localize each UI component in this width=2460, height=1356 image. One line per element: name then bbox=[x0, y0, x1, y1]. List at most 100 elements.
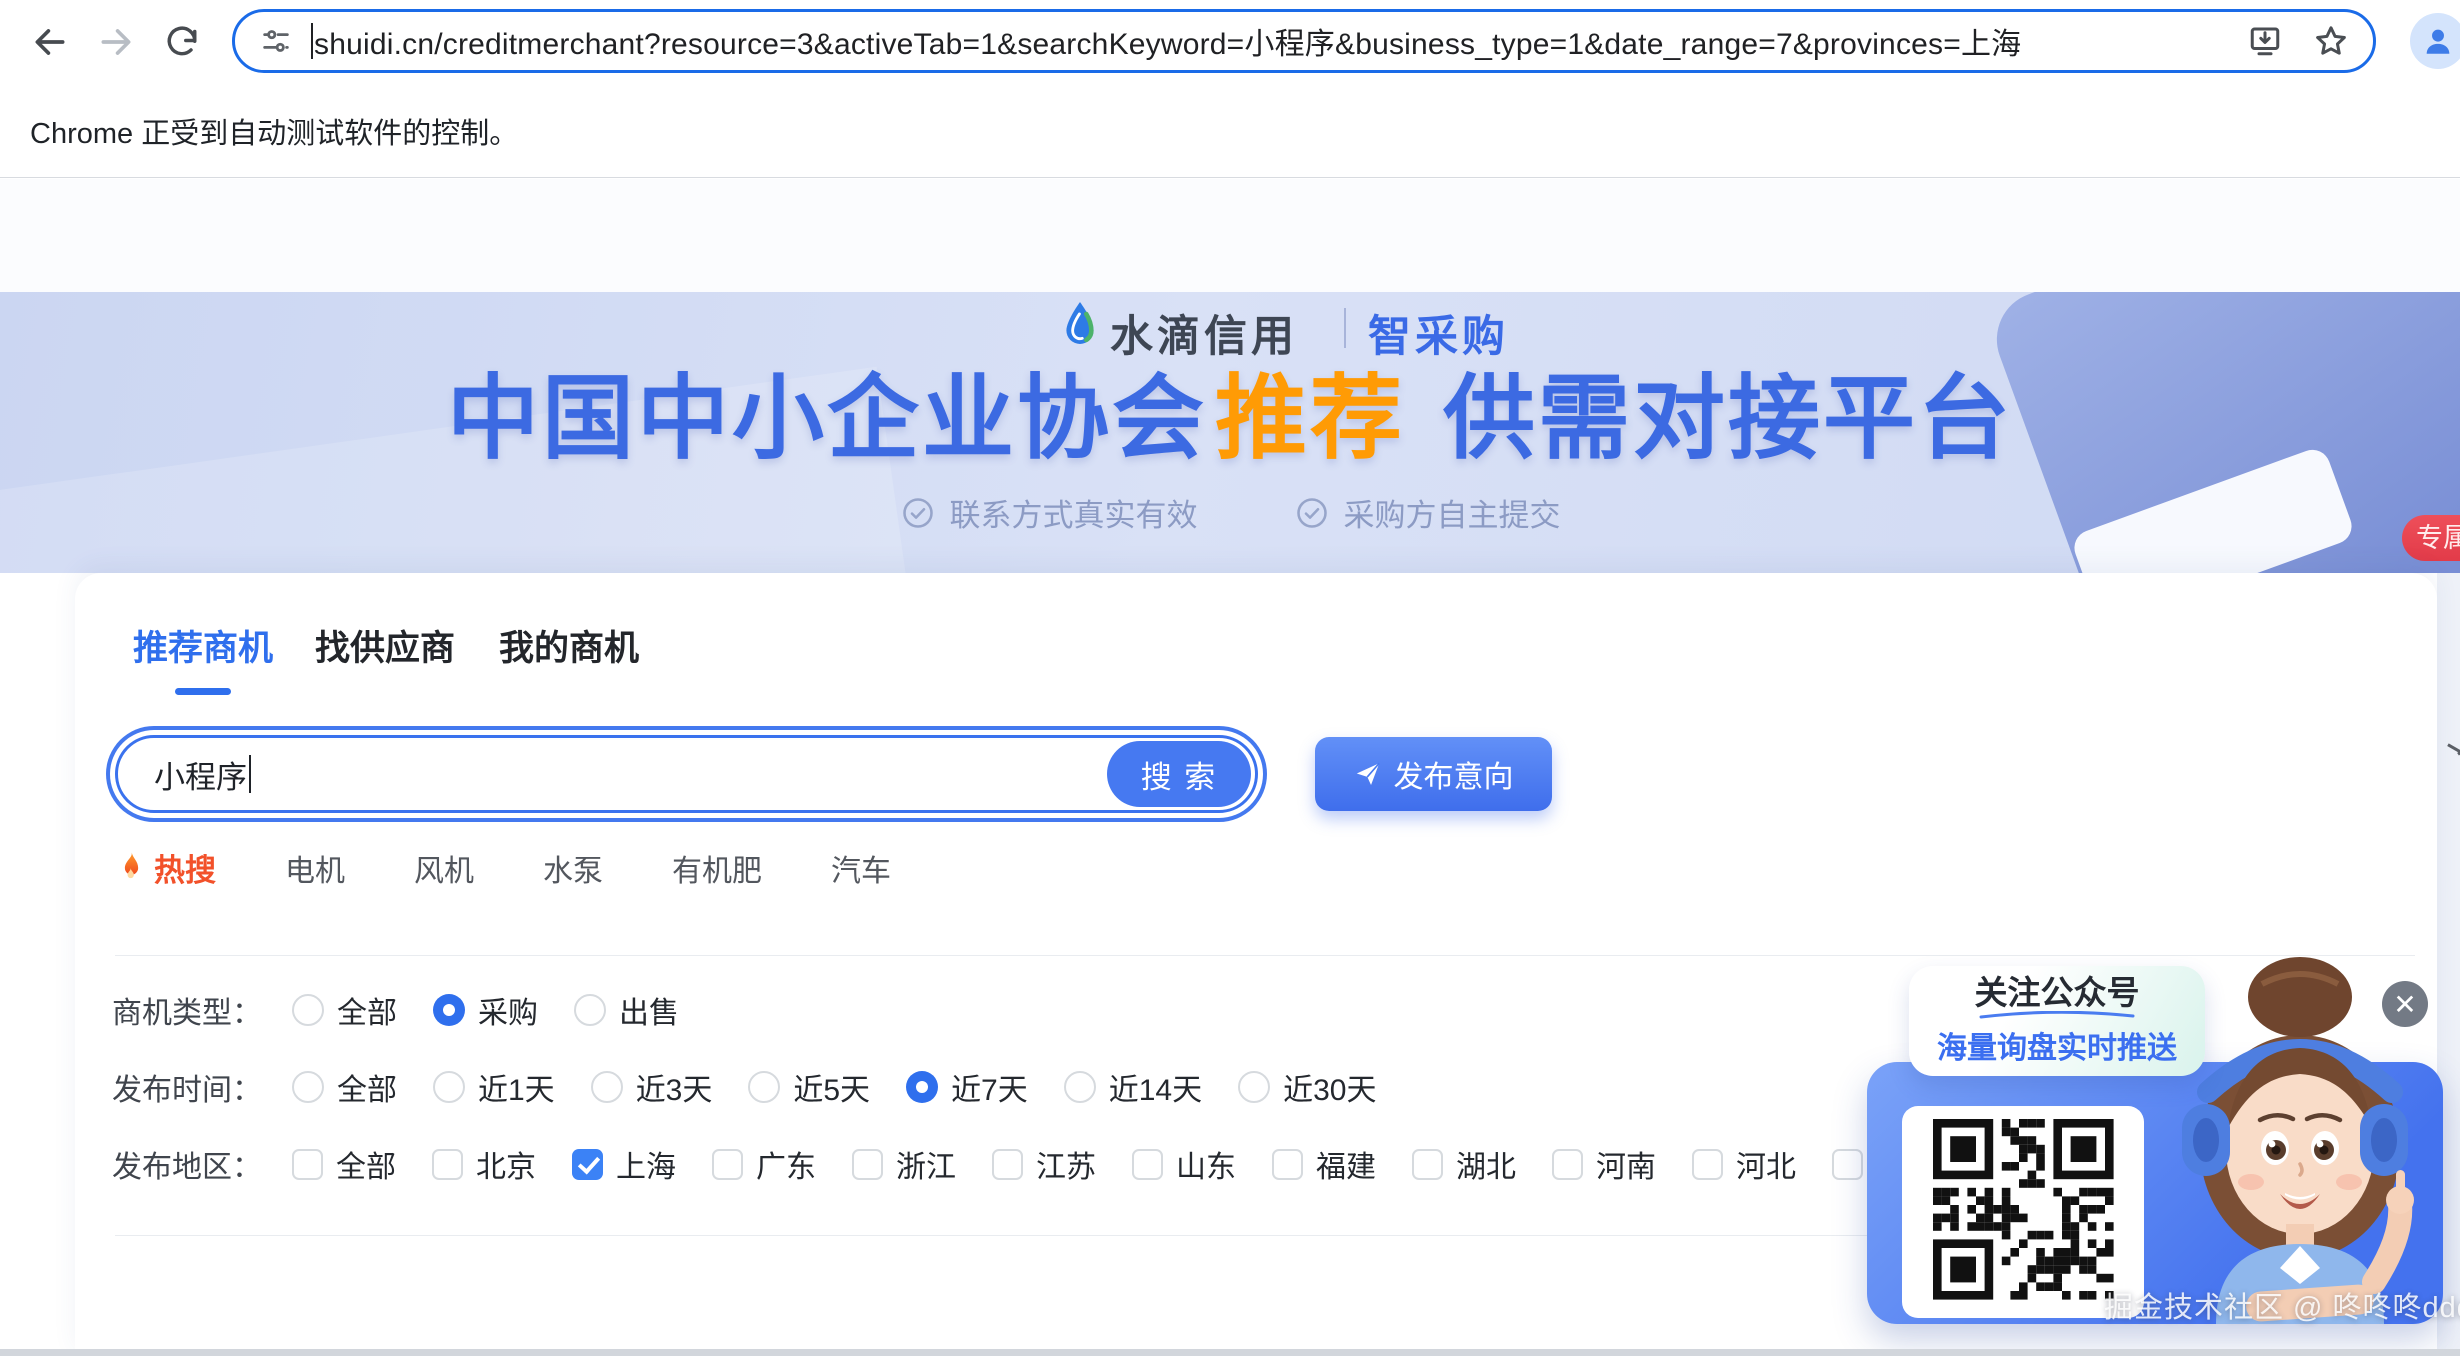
forward-icon[interactable] bbox=[94, 20, 138, 64]
text-cursor bbox=[249, 755, 251, 793]
install-icon[interactable] bbox=[2247, 23, 2283, 59]
option-label: 采购 bbox=[478, 988, 538, 1032]
region-option-beijing[interactable]: 北京 bbox=[432, 1142, 536, 1186]
region-option-henan[interactable]: 河南 bbox=[1552, 1142, 1656, 1186]
radio-icon[interactable] bbox=[574, 994, 606, 1026]
divider bbox=[115, 955, 2415, 956]
option-label: 全部 bbox=[336, 1142, 396, 1186]
time-option-1d[interactable]: 近1天 bbox=[433, 1065, 555, 1109]
region-option-guangdong[interactable]: 广东 bbox=[712, 1142, 816, 1186]
tab-recommended[interactable]: 推荐商机 bbox=[133, 620, 273, 671]
checkbox-icon[interactable] bbox=[712, 1149, 743, 1180]
checkbox-icon[interactable] bbox=[1412, 1149, 1443, 1180]
hot-search-row: 热搜 电机 风机 水泵 有机肥 汽车 bbox=[117, 845, 891, 890]
option-label: 近3天 bbox=[636, 1065, 713, 1109]
time-option-all[interactable]: 全部 bbox=[292, 1065, 397, 1109]
hot-term[interactable]: 水泵 bbox=[543, 846, 603, 890]
publish-intent-button[interactable]: 发布意向 bbox=[1315, 737, 1552, 811]
option-label: 全部 bbox=[337, 988, 397, 1032]
region-option-hubei[interactable]: 湖北 bbox=[1412, 1142, 1516, 1186]
hot-term[interactable]: 电机 bbox=[285, 846, 345, 890]
tab-find-suppliers[interactable]: 找供应商 bbox=[315, 620, 455, 671]
filter-row-time: 发布时间： 全部 近1天 近3天 近5天 近7天 近14天 近30天 bbox=[112, 1062, 1377, 1112]
tab-my-opportunities[interactable]: 我的商机 bbox=[499, 620, 639, 671]
checkbox-icon[interactable] bbox=[852, 1149, 883, 1180]
checkbox-icon[interactable] bbox=[432, 1149, 463, 1180]
region-option-shanghai[interactable]: 上海 bbox=[572, 1142, 676, 1186]
page-root: shuidi.cn/creditmerchant?resource=3&acti… bbox=[0, 0, 2460, 1356]
qr-code bbox=[1933, 1119, 2114, 1305]
checkbox-icon[interactable] bbox=[1552, 1149, 1583, 1180]
url-text[interactable]: shuidi.cn/creditmerchant?resource=3&acti… bbox=[314, 19, 2021, 63]
watermark-text: 掘金技术社区 @ 咚咚咚ddd bbox=[2104, 1284, 2460, 1326]
region-option-shandong[interactable]: 山东 bbox=[1132, 1142, 1236, 1186]
time-option-5d[interactable]: 近5天 bbox=[748, 1065, 870, 1109]
radio-icon[interactable] bbox=[433, 1071, 465, 1103]
hot-term[interactable]: 风机 bbox=[414, 846, 474, 890]
promo-corner-label: 专属福 bbox=[2416, 523, 2460, 553]
infobar-text: Chrome 正受到自动测试软件的控制。 bbox=[30, 110, 518, 152]
time-option-7d[interactable]: 近7天 bbox=[906, 1065, 1028, 1109]
bookmark-star-icon[interactable] bbox=[2313, 23, 2349, 59]
automation-infobar: Chrome 正受到自动测试软件的控制。 bbox=[0, 84, 2460, 178]
option-label: 近7天 bbox=[951, 1065, 1028, 1109]
check-circle-icon bbox=[1294, 495, 1330, 531]
search-button[interactable]: 搜 索 bbox=[1107, 741, 1251, 807]
filter-region-label: 发布地区： bbox=[112, 1142, 270, 1186]
radio-icon[interactable] bbox=[748, 1071, 780, 1103]
search-button-label: 搜 索 bbox=[1141, 752, 1218, 797]
filter-time-label: 发布时间： bbox=[112, 1065, 270, 1109]
keyword-search-input[interactable]: 小程序 搜 索 bbox=[115, 735, 1258, 813]
option-label: 江苏 bbox=[1036, 1142, 1096, 1186]
checkbox-icon[interactable] bbox=[992, 1149, 1023, 1180]
region-option-fujian[interactable]: 福建 bbox=[1272, 1142, 1376, 1186]
filter-type-label: 商机类型： bbox=[112, 988, 270, 1032]
radio-checked-icon[interactable] bbox=[906, 1071, 938, 1103]
feature-text-1: 联系方式真实有效 bbox=[950, 490, 1198, 535]
time-option-14d[interactable]: 近14天 bbox=[1064, 1065, 1202, 1109]
hot-term[interactable]: 汽车 bbox=[831, 846, 891, 890]
site-controls-icon[interactable] bbox=[259, 24, 293, 58]
back-icon[interactable] bbox=[28, 20, 72, 64]
radio-icon[interactable] bbox=[292, 1071, 324, 1103]
type-option-purchase[interactable]: 采购 bbox=[433, 988, 538, 1032]
bubble-subtitle: 海量询盘实时推送 bbox=[1937, 1023, 2177, 1067]
reload-icon[interactable] bbox=[160, 20, 204, 64]
promo-corner-tag[interactable]: 专属福 bbox=[2402, 515, 2460, 561]
radio-icon[interactable] bbox=[591, 1071, 623, 1103]
close-icon[interactable]: ✕ bbox=[2382, 981, 2428, 1027]
tab-find-suppliers-label: 找供应商 bbox=[315, 629, 455, 668]
radio-icon[interactable] bbox=[1064, 1071, 1096, 1103]
region-option-jiangsu[interactable]: 江苏 bbox=[992, 1142, 1096, 1186]
radio-checked-icon[interactable] bbox=[433, 994, 465, 1026]
region-option-zhejiang[interactable]: 浙江 bbox=[852, 1142, 956, 1186]
profile-avatar[interactable] bbox=[2410, 13, 2460, 69]
checkbox-icon[interactable] bbox=[1692, 1149, 1723, 1180]
radio-icon[interactable] bbox=[1238, 1071, 1270, 1103]
flame-icon bbox=[117, 851, 144, 885]
option-label: 广东 bbox=[756, 1142, 816, 1186]
time-option-3d[interactable]: 近3天 bbox=[591, 1065, 713, 1109]
option-label: 近30天 bbox=[1283, 1065, 1376, 1109]
headline-part2: 供需对接平台 bbox=[1443, 368, 2013, 470]
checkbox-icon[interactable] bbox=[1272, 1149, 1303, 1180]
checkbox-icon[interactable] bbox=[1832, 1149, 1863, 1180]
checkbox-checked-icon[interactable] bbox=[572, 1149, 603, 1180]
filter-row-region: 发布地区： 全部 北京 上海 广东 浙江 江苏 山东 福建 湖北 河南 河北 四… bbox=[112, 1139, 1936, 1189]
type-option-all[interactable]: 全部 bbox=[292, 988, 397, 1032]
region-option-all[interactable]: 全部 bbox=[292, 1142, 396, 1186]
checkbox-icon[interactable] bbox=[1132, 1149, 1163, 1180]
address-bar[interactable]: shuidi.cn/creditmerchant?resource=3&acti… bbox=[232, 9, 2376, 73]
time-option-30d[interactable]: 近30天 bbox=[1238, 1065, 1376, 1109]
type-option-sell[interactable]: 出售 bbox=[574, 988, 679, 1032]
option-label: 福建 bbox=[1316, 1142, 1376, 1186]
option-label: 近14天 bbox=[1109, 1065, 1202, 1109]
browser-toolbar: shuidi.cn/creditmerchant?resource=3&acti… bbox=[0, 0, 2460, 84]
checkbox-icon[interactable] bbox=[292, 1149, 323, 1180]
hot-term[interactable]: 有机肥 bbox=[672, 846, 762, 890]
region-option-hebei[interactable]: 河北 bbox=[1692, 1142, 1796, 1186]
option-label: 近1天 bbox=[478, 1065, 555, 1109]
radio-icon[interactable] bbox=[292, 994, 324, 1026]
keyword-search-value: 小程序 bbox=[154, 752, 247, 797]
option-label: 北京 bbox=[476, 1142, 536, 1186]
